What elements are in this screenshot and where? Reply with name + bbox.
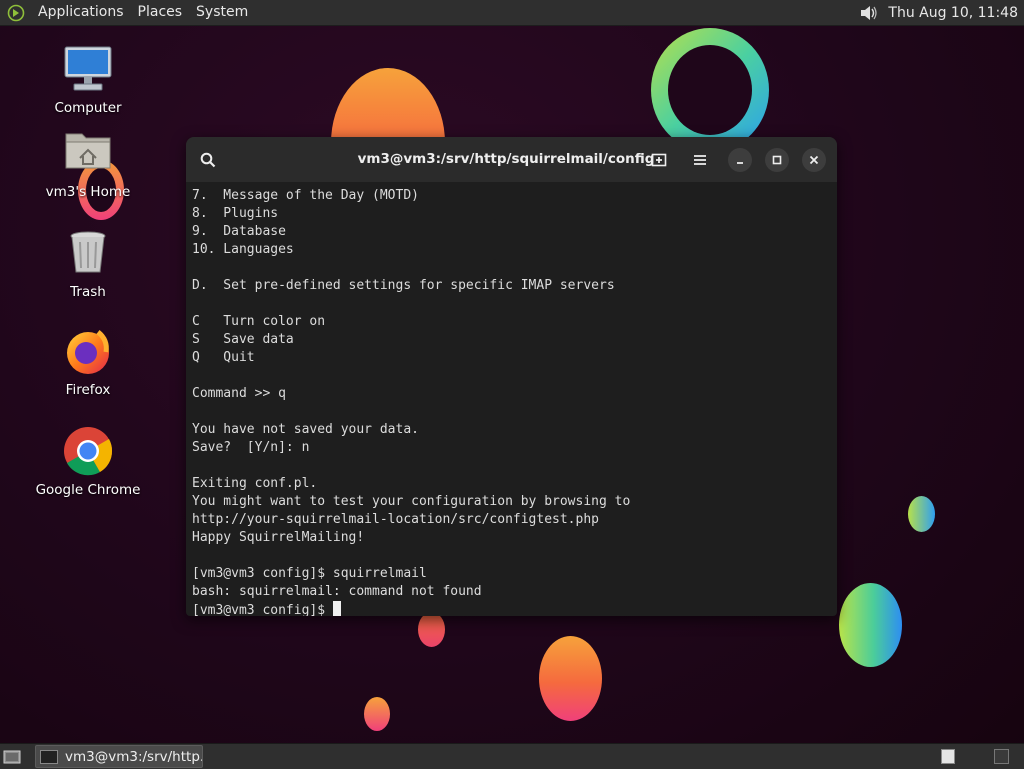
- terminal-prompt: [vm3@vm3 config]$: [192, 603, 333, 616]
- desktop-icon-firefox[interactable]: Firefox: [33, 326, 143, 398]
- terminal-line: Q Quit: [192, 350, 255, 365]
- show-desktop-icon[interactable]: [3, 749, 21, 765]
- terminal-line: http://your-squirrelmail-location/src/co…: [192, 512, 599, 527]
- clock[interactable]: Thu Aug 10, 11:48: [880, 5, 1024, 21]
- workspace-switcher-1[interactable]: [941, 749, 955, 764]
- taskbar-item-terminal[interactable]: vm3@vm3:/srv/http...: [35, 745, 203, 768]
- distro-logo-icon[interactable]: [7, 4, 25, 22]
- terminal-line: Exiting conf.pl.: [192, 476, 318, 491]
- terminal-line: Save? [Y/n]: n: [192, 440, 310, 455]
- computer-icon: [62, 44, 114, 96]
- hamburger-menu-icon[interactable]: [689, 149, 711, 171]
- wallpaper-blue-blob: [908, 496, 935, 532]
- top-panel: Applications Places System Thu Aug 10, 1…: [0, 0, 1024, 26]
- trash-icon: [62, 228, 114, 280]
- terminal-line: bash: squirrelmail: command not found: [192, 584, 482, 599]
- places-menu[interactable]: Places: [131, 0, 190, 25]
- applications-menu[interactable]: Applications: [31, 0, 131, 25]
- wallpaper-orange-blob-bottom: [539, 636, 602, 721]
- minimize-icon[interactable]: [728, 148, 752, 172]
- home-folder-icon: [62, 128, 114, 180]
- terminal-line: [vm3@vm3 config]$ squirrelmail: [192, 566, 427, 581]
- terminal-line: 8. Plugins: [192, 206, 279, 221]
- terminal-cursor: [332, 601, 341, 616]
- desktop-icon-label: Trash: [70, 284, 106, 300]
- terminal-line: Command >> q: [192, 386, 286, 401]
- wallpaper-green-ring: [651, 28, 769, 152]
- terminal-line: You have not saved your data.: [192, 422, 419, 437]
- wallpaper-small-blob: [364, 697, 390, 731]
- desktop-icon-trash[interactable]: Trash: [33, 228, 143, 300]
- firefox-icon: [62, 326, 114, 378]
- desktop-icon-label: vm3's Home: [45, 184, 131, 200]
- terminal-line: Happy SquirrelMailing!: [192, 530, 365, 545]
- desktop-icon-home[interactable]: vm3's Home: [33, 128, 143, 200]
- desktop-icon-label: Google Chrome: [35, 482, 141, 498]
- terminal-line: 7. Message of the Day (MOTD): [192, 188, 419, 203]
- volume-icon[interactable]: [858, 3, 880, 23]
- terminal-line: C Turn color on: [192, 314, 326, 329]
- terminal-line: 10. Languages: [192, 242, 294, 257]
- desktop-icon-label: Firefox: [65, 382, 111, 398]
- terminal-line: 9. Database: [192, 224, 286, 239]
- terminal-line: D. Set pre-defined settings for specific…: [192, 278, 615, 293]
- terminal-line: You might want to test your configuratio…: [192, 494, 631, 509]
- terminal-prompt-line[interactable]: [vm3@vm3 config]$: [192, 601, 831, 616]
- workspace-switcher-2[interactable]: [994, 749, 1009, 764]
- chrome-icon: [62, 426, 114, 478]
- new-tab-icon[interactable]: [649, 149, 671, 171]
- terminal-line: S Save data: [192, 332, 294, 347]
- terminal-window[interactable]: vm3@vm3:/srv/http/squirrelmail/config 7.…: [186, 137, 837, 616]
- wallpaper-green-blob: [839, 583, 902, 667]
- bottom-panel: vm3@vm3:/srv/http...: [0, 743, 1024, 769]
- window-title: vm3@vm3:/srv/http/squirrelmail/config: [357, 151, 655, 167]
- terminal-titlebar[interactable]: vm3@vm3:/srv/http/squirrelmail/config: [186, 137, 837, 182]
- search-icon[interactable]: [197, 149, 219, 171]
- terminal-icon: [40, 749, 58, 764]
- maximize-icon[interactable]: [765, 148, 789, 172]
- desktop-icon-computer[interactable]: Computer: [33, 44, 143, 116]
- close-icon[interactable]: [802, 148, 826, 172]
- desktop-icon-label: Computer: [54, 100, 122, 116]
- terminal-output[interactable]: 7. Message of the Day (MOTD) 8. Plugins …: [186, 182, 837, 616]
- desktop-icon-chrome[interactable]: Google Chrome: [33, 426, 143, 498]
- wallpaper-small-blob: [418, 612, 445, 647]
- system-menu[interactable]: System: [189, 0, 255, 25]
- taskbar-item-label: vm3@vm3:/srv/http...: [65, 748, 203, 765]
